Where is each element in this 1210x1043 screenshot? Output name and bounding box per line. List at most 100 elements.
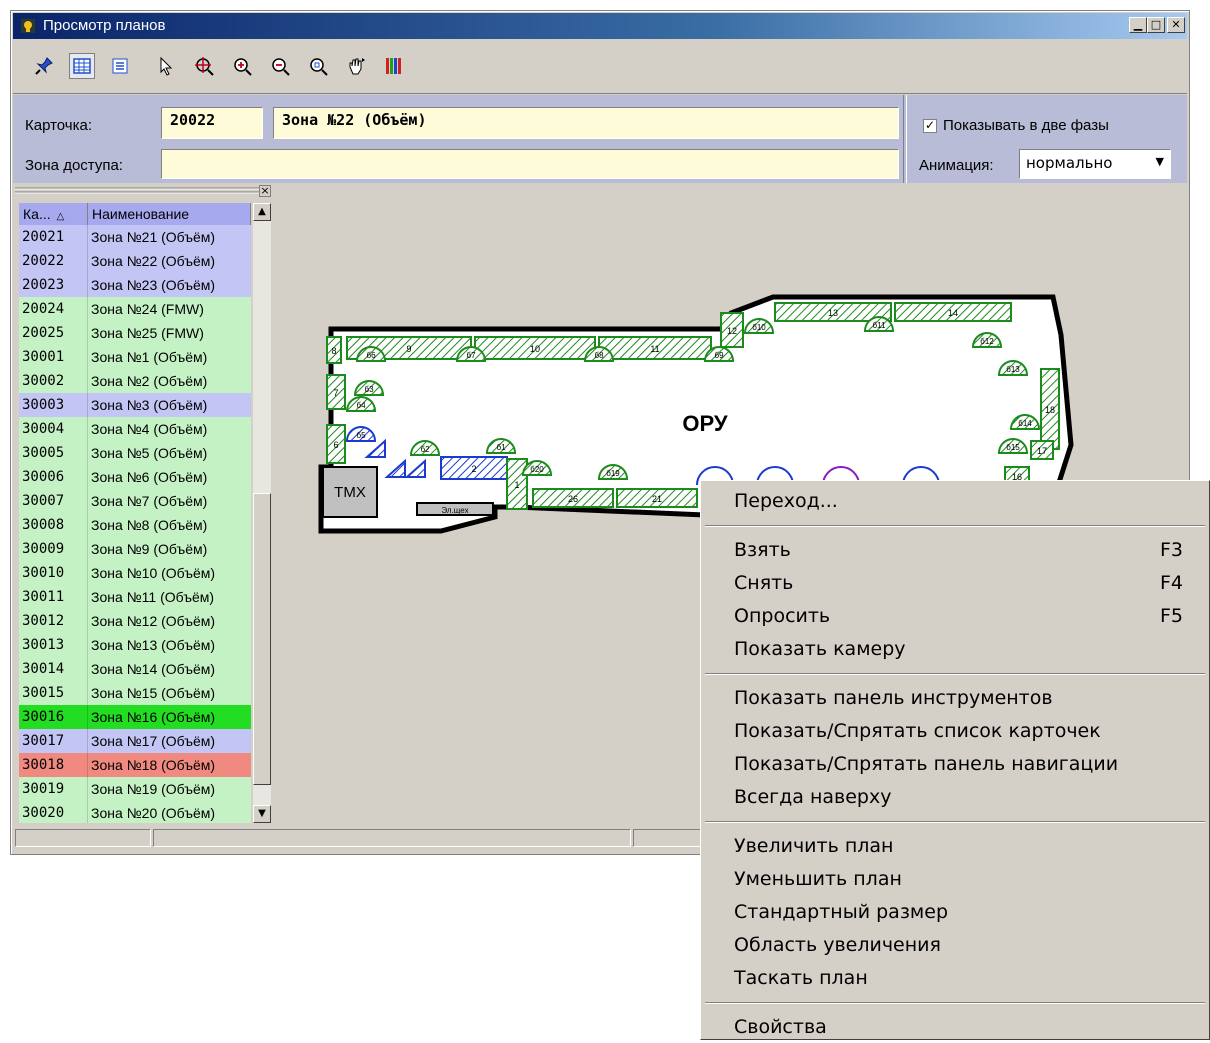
status-panel-2	[153, 829, 631, 847]
grid-view-icon[interactable]	[69, 53, 95, 79]
card-name: Зона №23 (Объём)	[91, 277, 216, 293]
menu-separator	[705, 525, 1205, 527]
menu-item[interactable]: Свойства	[701, 1011, 1201, 1043]
detector-label: б9	[714, 351, 724, 360]
detector-label: б3	[364, 385, 374, 394]
list-item[interactable]: 20023 Зона №23 (Объём)	[19, 273, 251, 297]
menu-item[interactable]: Показать камеру	[701, 633, 1201, 665]
drag-hand-icon[interactable]	[343, 53, 369, 79]
list-item[interactable]: 30013 Зона №13 (Объём)	[19, 633, 251, 657]
menu-item[interactable]: Показать панель инструментов	[701, 682, 1201, 714]
context-menu: Переход... Взять F3 Снять F4 Опросить F5 Показа…	[700, 480, 1210, 1040]
menu-item-label: Свойства	[734, 1016, 827, 1038]
list-item[interactable]: 30008 Зона №8 (Объём)	[19, 513, 251, 537]
card-name: Зона №20 (Объём)	[91, 805, 216, 821]
list-item[interactable]: 30016 Зона №16 (Объём)	[19, 705, 251, 729]
menu-item[interactable]: Показать/Спрятать список карточек	[701, 715, 1201, 747]
scroll-up-icon[interactable]: ▲	[253, 203, 271, 221]
list-item[interactable]: 30006 Зона №6 (Объём)	[19, 465, 251, 489]
scroll-thumb[interactable]	[253, 493, 271, 785]
card-number: 30005	[22, 445, 65, 461]
list-item[interactable]: 30015 Зона №15 (Объём)	[19, 681, 251, 705]
card-number: 30001	[22, 349, 65, 365]
close-button[interactable]: ✕	[1167, 17, 1185, 33]
card-list: Ка... △ Наименование 20021 Зона №21 (Объём…	[19, 203, 251, 823]
zone-label: 6	[333, 440, 338, 450]
detector-label: б1	[496, 443, 506, 452]
card-number: 20022	[22, 253, 65, 269]
list-item[interactable]: 30003 Зона №3 (Объём)	[19, 393, 251, 417]
maximize-button[interactable]: □	[1147, 17, 1165, 33]
menu-item[interactable]: Уменьшить план	[701, 863, 1201, 895]
list-item[interactable]: 20024 Зона №24 (FMW)	[19, 297, 251, 321]
list-item[interactable]: 30007 Зона №7 (Объём)	[19, 489, 251, 513]
zoom-out-icon[interactable]	[267, 53, 293, 79]
switchboard-label: Эл.щех	[441, 506, 468, 515]
list-item[interactable]: 30014 Зона №14 (Объём)	[19, 657, 251, 681]
menu-item[interactable]: Опросить F5	[701, 600, 1201, 632]
list-item[interactable]: 30017 Зона №17 (Объём)	[19, 729, 251, 753]
menu-item[interactable]: Область увеличения	[701, 929, 1201, 961]
list-item[interactable]: 20021 Зона №21 (Объём)	[19, 225, 251, 249]
panel-close-icon[interactable]: ×	[259, 185, 271, 197]
card-name-field[interactable]: Зона №22 (Объём)	[273, 107, 899, 139]
list-item[interactable]: 20025 Зона №25 (FMW)	[19, 321, 251, 345]
list-item[interactable]: 30010 Зона №10 (Объём)	[19, 561, 251, 585]
menu-item-label: Показать/Спрятать панель навигации	[734, 753, 1119, 775]
panel-grip[interactable]	[15, 185, 265, 197]
menu-item-label: Таскать план	[734, 967, 868, 989]
list-scrollbar[interactable]: ▲ ▼	[253, 203, 271, 823]
list-item[interactable]: 30019 Зона №19 (Объём)	[19, 777, 251, 801]
zoom-target-icon[interactable]	[191, 53, 217, 79]
scroll-down-icon[interactable]: ▼	[253, 805, 271, 823]
menu-item[interactable]: Увеличить план	[701, 830, 1201, 862]
list-item[interactable]: 30011 Зона №11 (Объём)	[19, 585, 251, 609]
zoom-fit-icon[interactable]	[305, 53, 331, 79]
list-item[interactable]: 20022 Зона №22 (Объём)	[19, 249, 251, 273]
list-item[interactable]: 30020 Зона №20 (Объём)	[19, 801, 251, 823]
access-zone-field[interactable]	[161, 149, 899, 179]
list-view-icon[interactable]	[107, 53, 133, 79]
menu-item[interactable]: Стандартный размер	[701, 896, 1201, 928]
menu-item[interactable]: Показать/Спрятать панель навигации	[701, 748, 1201, 780]
column-header-number[interactable]: Ка... △	[19, 203, 88, 225]
menu-item-label: Всегда наверху	[734, 786, 892, 808]
card-number-field[interactable]: 20022	[161, 107, 263, 139]
menu-item[interactable]: Снять F4	[701, 567, 1201, 599]
detector-label: б14	[1018, 419, 1032, 428]
title-bar[interactable]: Просмотр планов ▁ □ ✕	[13, 13, 1187, 39]
menu-item-label: Показать камеру	[734, 638, 906, 660]
card-number: 30009	[22, 541, 65, 557]
pointer-icon[interactable]	[153, 53, 179, 79]
two-phase-checkbox[interactable]: ✓	[923, 119, 937, 133]
zone-label: 17	[1037, 446, 1047, 456]
pin-icon[interactable]	[31, 53, 57, 79]
card-number: 30006	[22, 469, 65, 485]
zone-label: 2	[471, 464, 476, 474]
menu-item[interactable]: Взять F3	[701, 534, 1201, 566]
list-item[interactable]: 30018 Зона №18 (Объём)	[19, 753, 251, 777]
animation-select[interactable]: нормально ▼	[1019, 149, 1171, 179]
menu-item[interactable]: Переход...	[701, 485, 1201, 517]
list-item[interactable]: 30012 Зона №12 (Объём)	[19, 609, 251, 633]
minimize-button[interactable]: ▁	[1129, 17, 1147, 33]
column-header-name[interactable]: Наименование	[88, 203, 251, 225]
menu-item[interactable]: Всегда наверху	[701, 781, 1201, 813]
menu-item[interactable]: Таскать план	[701, 962, 1201, 994]
list-item[interactable]: 30009 Зона №9 (Объём)	[19, 537, 251, 561]
menu-item-label: Увеличить план	[734, 835, 894, 857]
card-name: Зона №15 (Объём)	[91, 685, 216, 701]
zoom-in-icon[interactable]	[229, 53, 255, 79]
bars-icon[interactable]	[381, 53, 407, 79]
card-name: Зона №21 (Объём)	[91, 229, 216, 245]
card-number: 30012	[22, 613, 65, 629]
status-panel-1	[15, 829, 151, 847]
card-number: 30020	[22, 805, 65, 821]
zone-label: 26	[568, 494, 578, 504]
list-item[interactable]: 30005 Зона №5 (Объём)	[19, 441, 251, 465]
list-item[interactable]: 30002 Зона №2 (Объём)	[19, 369, 251, 393]
detector-label: б4	[356, 401, 366, 410]
list-item[interactable]: 30004 Зона №4 (Объём)	[19, 417, 251, 441]
card-number: 30018	[22, 757, 65, 773]
list-item[interactable]: 30001 Зона №1 (Объём)	[19, 345, 251, 369]
